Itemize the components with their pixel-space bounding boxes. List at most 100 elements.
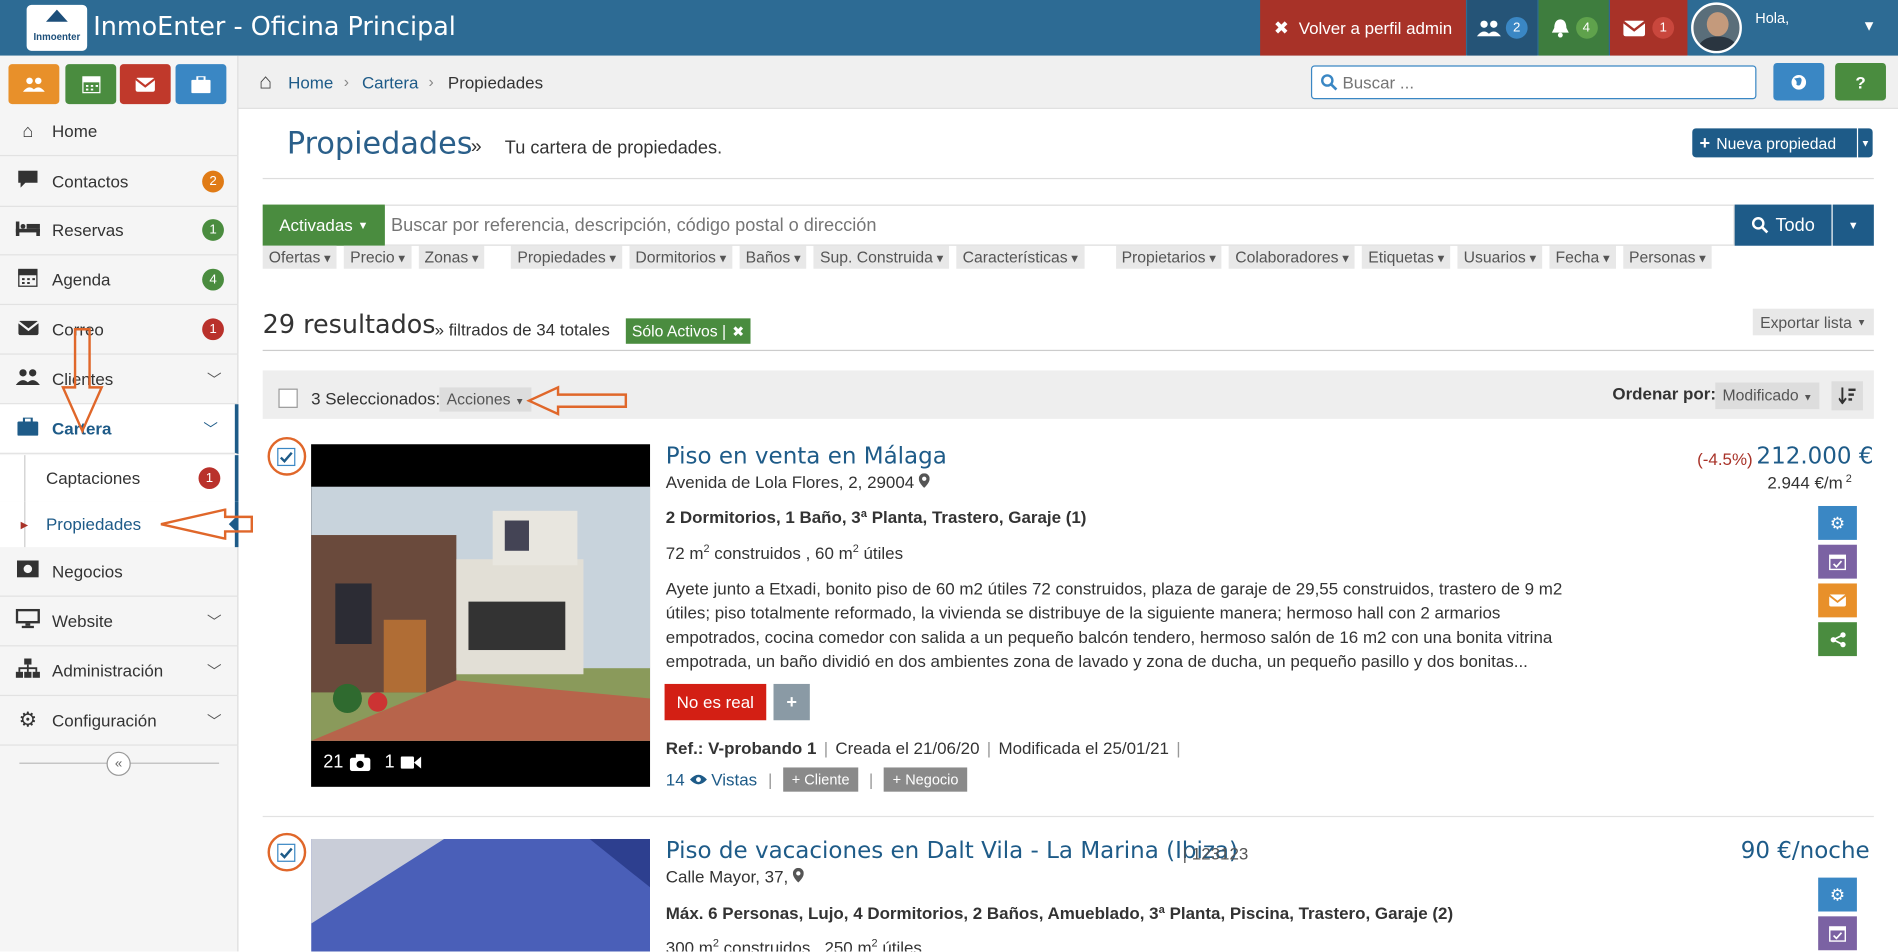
breadcrumb-current: Propiedades <box>447 72 544 92</box>
map-marker-icon <box>918 473 930 488</box>
new-property-button[interactable]: + Nueva propiedad <box>1692 128 1857 158</box>
breadcrumb-cartera[interactable]: Cartera <box>362 73 419 92</box>
filter-ofertas-dropdown[interactable]: Ofertas ▾ <box>262 245 337 269</box>
sidebar-collapse-button[interactable]: « <box>106 751 131 776</box>
sidebar-item-home[interactable]: ⌂ Home <box>0 107 239 157</box>
agenda-badge: 4 <box>202 268 224 291</box>
filter-precio-dropdown[interactable]: Precio ▾ <box>344 245 412 269</box>
chevron-down-icon: ﹀ <box>203 420 218 438</box>
listing-reference: Ref.: V-probando 1 <box>665 738 817 758</box>
caret-down-icon: ▾ <box>932 251 944 267</box>
filter-propiedades-dropdown[interactable]: Propiedades ▾ <box>511 245 623 269</box>
sidebar-item-configuracion[interactable]: ⚙ Configuración ﹀ <box>0 696 239 746</box>
quick-mail-button[interactable] <box>119 64 171 105</box>
sort-direction-button[interactable] <box>1831 381 1863 411</box>
envelope-icon <box>135 77 155 92</box>
listing-checkbox[interactable] <box>277 447 296 467</box>
filter-colaboradores-dropdown[interactable]: Colaboradores ▾ <box>1229 245 1355 269</box>
status-filter-dropdown[interactable]: Activadas ▼ <box>262 204 385 246</box>
listing-title-link[interactable]: Piso en venta en Málaga <box>666 443 947 470</box>
filter-sup-construida-dropdown[interactable]: Sup. Construida ▾ <box>813 245 950 269</box>
sidebar-subitem-captaciones[interactable]: Captaciones 1 <box>0 455 239 502</box>
add-client-button[interactable]: + Cliente <box>783 767 858 792</box>
annotation-arrow-left <box>526 385 628 416</box>
bulk-actions-label: Acciones <box>446 389 511 408</box>
filter-personas-dropdown[interactable]: Personas ▾ <box>1622 245 1712 269</box>
search-input[interactable] <box>1342 70 1748 95</box>
filter-label: Características <box>962 248 1068 267</box>
logo-text: Inmoenter <box>33 31 81 43</box>
filter-baños-dropdown[interactable]: Baños ▾ <box>739 245 807 269</box>
settings-button[interactable]: ⚙ <box>1818 505 1857 540</box>
filter-etiquetas-dropdown[interactable]: Etiquetas ▾ <box>1362 245 1451 269</box>
sidebar-item-negocios[interactable]: Negocios <box>0 547 239 597</box>
property-search-input[interactable] <box>384 204 1735 246</box>
search-all-button[interactable]: Todo <box>1734 204 1832 246</box>
add-deal-button[interactable]: + Negocio <box>884 767 967 792</box>
filter-label: Precio <box>350 248 395 267</box>
schedule-visit-button[interactable] <box>1818 916 1857 951</box>
select-all-checkbox[interactable] <box>278 388 298 408</box>
filter-propietarios-dropdown[interactable]: Propietarios ▾ <box>1115 245 1222 269</box>
notifications-button[interactable]: 4 <box>1538 0 1609 56</box>
users-count-badge: 2 <box>1505 16 1528 39</box>
listing-actions-row: 14 Vistas | + Cliente | + Negocio <box>666 767 967 792</box>
filter-zonas-dropdown[interactable]: Zonas ▾ <box>418 245 485 269</box>
filter-usuarios-dropdown[interactable]: Usuarios ▾ <box>1457 245 1543 269</box>
quick-contacts-button[interactable] <box>8 64 60 105</box>
sidebar-item-correo[interactable]: Correo 1 <box>0 305 239 355</box>
quick-calendar-button[interactable] <box>65 64 117 105</box>
chevron-down-icon: ﹀ <box>206 613 222 631</box>
mail-notification-button[interactable]: 1 <box>1609 0 1688 56</box>
sidebar-item-administracion[interactable]: Administración ﹀ <box>0 646 239 697</box>
caret-down-icon: ▾ <box>1205 251 1216 267</box>
views-link[interactable]: 14 Vistas <box>666 770 757 789</box>
divider <box>262 177 1874 180</box>
quick-portfolio-button[interactable] <box>175 64 227 105</box>
sidebar-item-clientes[interactable]: Clientes ﹀ <box>0 355 239 405</box>
filter-bar: Ofertas ▾ Precio ▾ Zonas ▾ Propiedades ▾ Dor… <box>262 245 1719 269</box>
search-options-dropdown[interactable]: ▼ <box>1832 204 1874 246</box>
app-logo[interactable]: Inmoenter <box>26 4 88 51</box>
price-per-m2: 2.944 €/m 2 <box>1767 472 1852 493</box>
sidebar-item-agenda[interactable]: Agenda 4 <box>0 255 239 306</box>
send-email-button[interactable] <box>1818 583 1857 618</box>
settings-button[interactable]: ⚙ <box>1818 877 1857 912</box>
caret-down-icon: ▾ <box>1525 251 1537 267</box>
help-button[interactable]: ? <box>1835 62 1886 101</box>
property-photo[interactable]: 21 1 <box>311 444 651 787</box>
export-list-button[interactable]: Exportar lista ▼ <box>1752 308 1874 336</box>
sidebar-item-website[interactable]: Website ﹀ <box>0 597 239 647</box>
breadcrumb-home[interactable]: Home <box>288 73 333 92</box>
listing-tag-badge[interactable]: No es real <box>664 683 767 721</box>
sidebar-item-reservas[interactable]: Reservas 1 <box>0 206 239 256</box>
user-menu[interactable]: Hola, ▼ <box>1688 0 1898 56</box>
caret-right-icon: ▶ <box>20 518 29 530</box>
sidebar-item-cartera[interactable]: Cartera ﹀ <box>0 404 239 454</box>
schedule-visit-button[interactable] <box>1818 544 1857 579</box>
filter-dormitorios-dropdown[interactable]: Dormitorios ▾ <box>629 245 733 269</box>
users-notification-button[interactable]: 2 <box>1467 0 1538 56</box>
bulk-actions-dropdown[interactable]: Acciones ▼ <box>439 387 532 412</box>
active-filter-tag[interactable]: Sólo Activos | ✖ <box>625 318 751 344</box>
page-subtitle: Tu cartera de propiedades. <box>504 137 723 159</box>
add-client-label: Cliente <box>804 771 850 789</box>
calendar-icon <box>81 76 100 94</box>
photo-count: 21 1 <box>323 752 422 772</box>
filter-características-dropdown[interactable]: Características ▾ <box>956 245 1085 269</box>
add-tag-button[interactable]: + <box>773 683 810 721</box>
results-count: 29 resultados <box>262 309 436 339</box>
globe-button[interactable] <box>1773 62 1825 101</box>
sidebar-item-contactos[interactable]: Contactos 2 <box>0 157 239 207</box>
filter-fecha-dropdown[interactable]: Fecha ▾ <box>1549 245 1616 269</box>
listing-checkbox[interactable] <box>277 843 296 862</box>
share-button[interactable] <box>1818 622 1857 657</box>
new-property-dropdown[interactable]: ▼ <box>1858 128 1873 158</box>
order-by-dropdown[interactable]: Modificado ▼ <box>1715 382 1820 410</box>
property-photo[interactable] <box>311 838 651 952</box>
listing-title-link[interactable]: Piso de vacaciones en Dalt Vila - La Mar… <box>666 838 1238 865</box>
house-photo-image <box>311 486 651 741</box>
back-to-admin-button[interactable]: ✖ Volver a perfil admin <box>1260 0 1466 56</box>
top-navbar: Inmoenter InmoEnter - Oficina Principal … <box>0 0 1898 56</box>
chevron-down-icon: ﹀ <box>206 371 222 388</box>
